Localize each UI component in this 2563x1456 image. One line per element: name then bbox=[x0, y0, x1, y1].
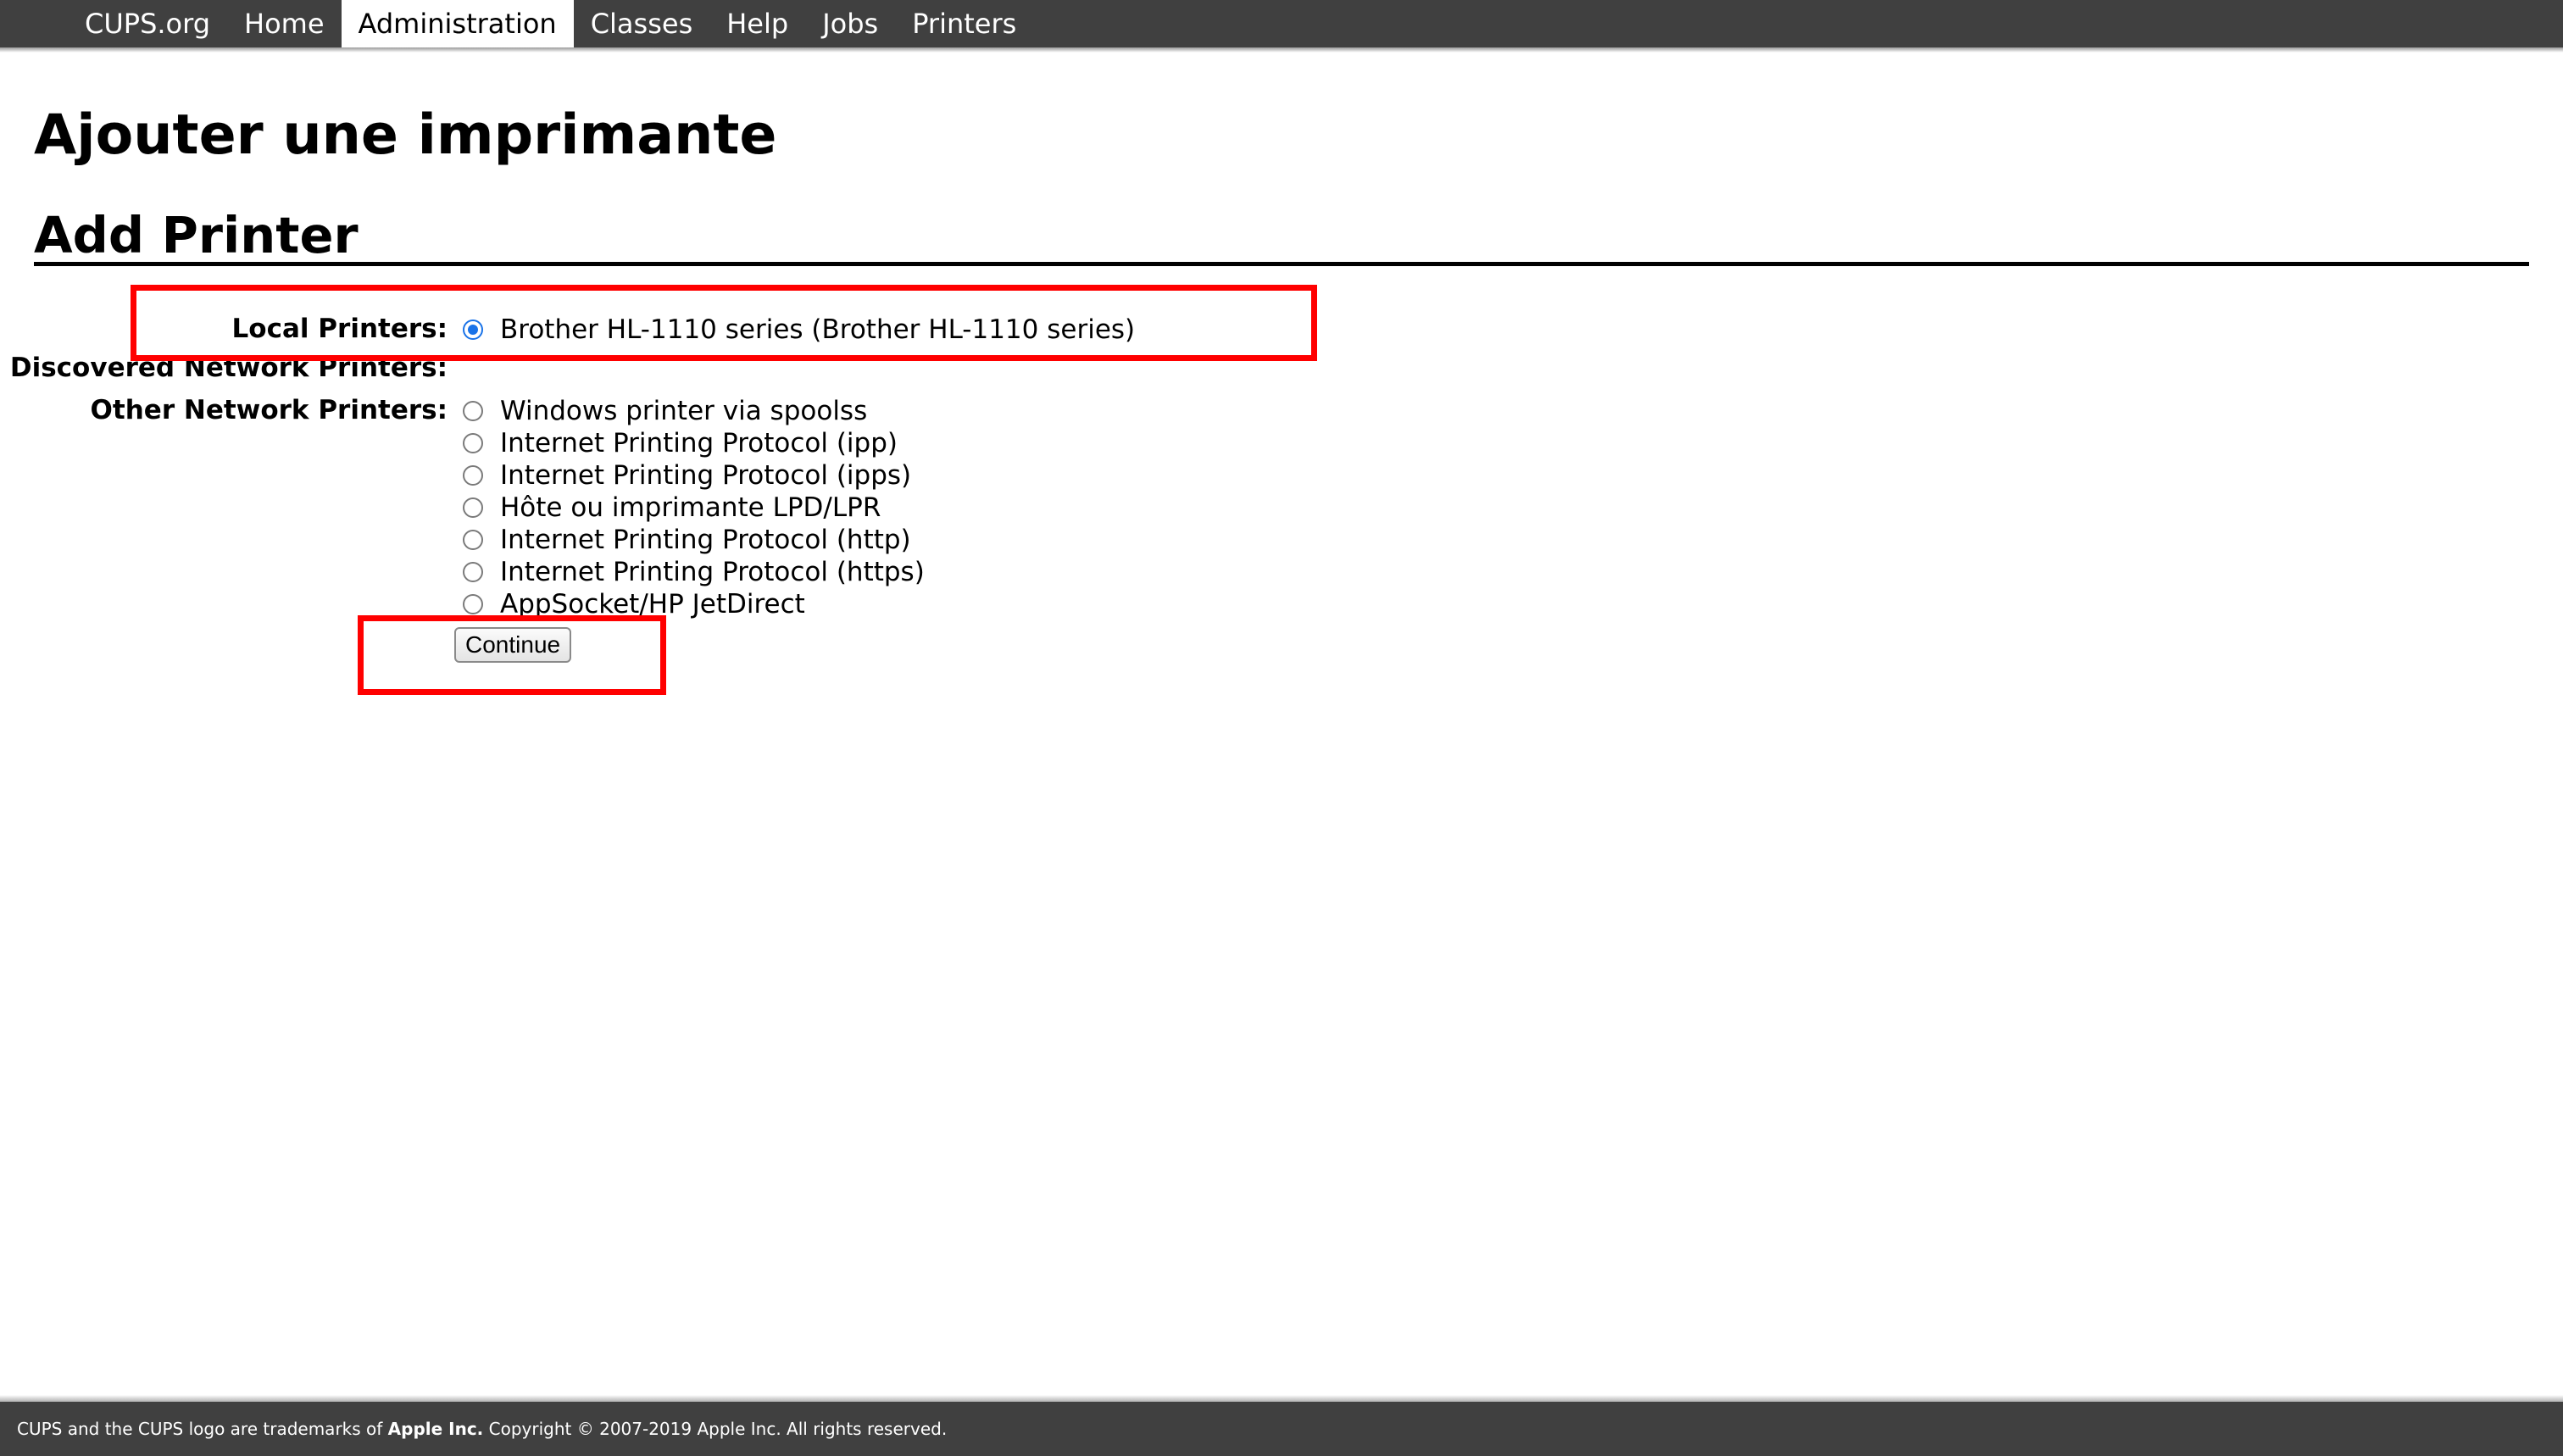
radio-option-label: Brother HL-1110 series (Brother HL-1110 … bbox=[500, 314, 1136, 345]
radio-option-appsocket-jetdirect[interactable]: AppSocket/HP JetDirect bbox=[463, 588, 805, 620]
radio-option-https[interactable]: Internet Printing Protocol (https) bbox=[463, 556, 925, 588]
radio-option-http[interactable]: Internet Printing Protocol (http) bbox=[463, 524, 911, 556]
nav-link-home[interactable]: Home bbox=[227, 0, 342, 47]
nav-link-help[interactable]: Help bbox=[709, 0, 805, 47]
section-divider bbox=[34, 262, 2529, 266]
radio-option-label: AppSocket/HP JetDirect bbox=[500, 589, 805, 620]
radio-button[interactable] bbox=[463, 562, 483, 582]
footer-text-after: Copyright © 2007-2019 Apple Inc. All rig… bbox=[483, 1419, 948, 1439]
radio-button[interactable] bbox=[463, 401, 483, 421]
footer: CUPS and the CUPS logo are trademarks of… bbox=[0, 1402, 2563, 1456]
radio-button[interactable] bbox=[463, 594, 483, 614]
radio-option-label: Internet Printing Protocol (ipps) bbox=[500, 460, 912, 491]
discovered-network-printers-label: Discovered Network Printers: bbox=[9, 353, 448, 383]
radio-button-checked[interactable] bbox=[463, 320, 483, 340]
radio-option-brother-hl-1110[interactable]: Brother HL-1110 series (Brother HL-1110 … bbox=[463, 314, 1135, 346]
radio-option-label: Internet Printing Protocol (https) bbox=[500, 557, 925, 587]
nav-link-jobs[interactable]: Jobs bbox=[805, 0, 895, 47]
radio-button[interactable] bbox=[463, 465, 483, 486]
radio-option-label: Internet Printing Protocol (http) bbox=[500, 525, 911, 555]
footer-text-before: CUPS and the CUPS logo are trademarks of bbox=[17, 1419, 388, 1439]
nav-link-cups-org[interactable]: CUPS.org bbox=[68, 0, 227, 47]
nav-link-classes[interactable]: Classes bbox=[574, 0, 710, 47]
radio-button[interactable] bbox=[463, 497, 483, 518]
page-title: Ajouter une imprimante bbox=[34, 103, 777, 167]
nav-bar-shadow bbox=[0, 47, 2563, 53]
radio-option-lpd-lpr[interactable]: Hôte ou imprimante LPD/LPR bbox=[463, 492, 881, 524]
section-title: Add Printer bbox=[34, 206, 359, 264]
top-navigation-bar: CUPS.org Home Administration Classes Hel… bbox=[0, 0, 2563, 47]
nav-link-administration[interactable]: Administration bbox=[341, 0, 574, 47]
radio-button[interactable] bbox=[463, 530, 483, 550]
radio-option-ipps[interactable]: Internet Printing Protocol (ipps) bbox=[463, 459, 911, 492]
radio-option-windows-spoolss[interactable]: Windows printer via spoolss bbox=[463, 395, 867, 427]
local-printers-label: Local Printers: bbox=[231, 314, 448, 344]
footer-brand: Apple Inc. bbox=[387, 1419, 484, 1439]
radio-option-ipp[interactable]: Internet Printing Protocol (ipp) bbox=[463, 427, 898, 459]
radio-option-label: Hôte ou imprimante LPD/LPR bbox=[500, 492, 881, 523]
footer-shadow bbox=[0, 1395, 2563, 1402]
radio-option-label: Internet Printing Protocol (ipp) bbox=[500, 428, 898, 458]
other-network-printers-label: Other Network Printers: bbox=[90, 395, 448, 425]
continue-button[interactable]: Continue bbox=[454, 627, 572, 663]
radio-option-label: Windows printer via spoolss bbox=[500, 396, 868, 426]
nav-link-printers[interactable]: Printers bbox=[895, 0, 1033, 47]
radio-button[interactable] bbox=[463, 433, 483, 453]
